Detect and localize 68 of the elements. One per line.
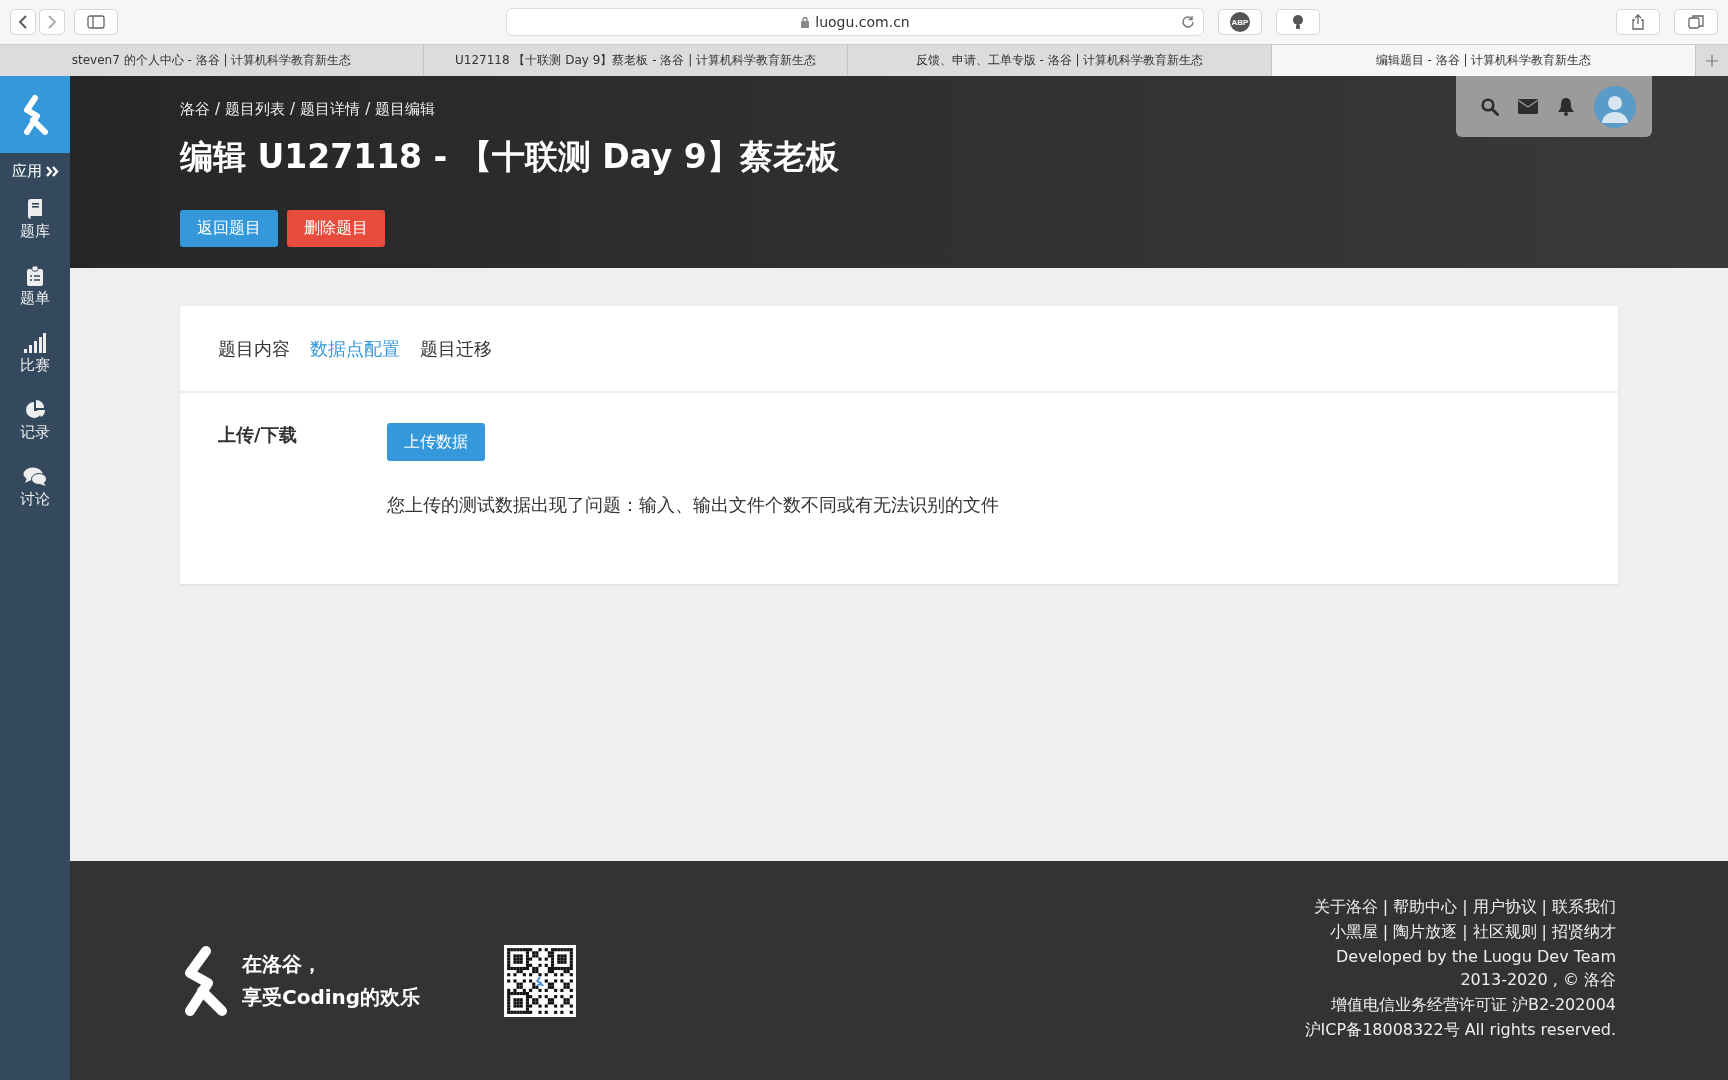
chevron-left-icon: [18, 15, 28, 29]
sidebar-item[interactable]: 题库: [20, 199, 50, 266]
sidebar-item[interactable]: 比赛: [20, 333, 50, 400]
book-icon: [26, 199, 44, 219]
sidebar-icon: [87, 15, 105, 29]
pie-chart-icon: [25, 400, 45, 420]
sidebar-item[interactable]: 讨论: [20, 467, 50, 534]
page-title: 编辑 U127118 - 【十联测 Day 9】蔡老板: [180, 136, 840, 178]
sidebar-item[interactable]: 题单: [20, 266, 50, 333]
avatar[interactable]: [1594, 85, 1636, 128]
lightbulb-icon: [1291, 14, 1305, 30]
lock-icon: [800, 16, 811, 28]
footer-link[interactable]: 关于洛谷: [1313, 897, 1378, 918]
slogan-text: 享受Coding的欢乐: [242, 983, 421, 1011]
share-icon: [1631, 14, 1645, 30]
link-separator: |: [1382, 897, 1389, 918]
tabs-overview-button[interactable]: [1674, 9, 1718, 35]
apps-menu[interactable]: 应用: [11, 162, 59, 181]
chat-icon: [23, 467, 47, 487]
tab[interactable]: 题目迁移: [420, 336, 492, 361]
link-separator: |: [1462, 922, 1468, 943]
bar-chart-icon: [24, 333, 46, 353]
footer-link[interactable]: 小黑屋: [1329, 922, 1378, 943]
error-message: 您上传的测试数据出现了问题：输入、输出文件个数不同或有无法识别的文件: [387, 493, 999, 517]
logo-tile[interactable]: [0, 76, 70, 153]
chevron-right-icon: [47, 15, 57, 29]
bell-icon[interactable]: [1557, 97, 1575, 116]
forward-button[interactable]: [39, 9, 65, 35]
reload-icon[interactable]: [1181, 15, 1195, 29]
footer-link[interactable]: 招贤纳才: [1552, 922, 1616, 943]
footer-link[interactable]: 联系我们: [1552, 897, 1616, 918]
extension-button[interactable]: [1276, 9, 1320, 35]
link-separator: |: [1541, 897, 1547, 918]
sidebar-toggle-button[interactable]: [74, 9, 118, 35]
link-separator: |: [1462, 897, 1468, 918]
footer-text: 沪ICP备18008322号 All rights reserved.: [1304, 1020, 1616, 1041]
breadcrumb-link[interactable]: 题目编辑: [375, 100, 436, 119]
tabs-icon: [1688, 14, 1704, 30]
footer-text: 2013-2020 , © 洛谷: [1460, 970, 1616, 991]
link-separator: |: [1382, 922, 1389, 943]
address-bar[interactable]: luogu.com.cn: [506, 8, 1204, 36]
sidebar-item[interactable]: 记录: [20, 400, 50, 467]
mail-icon[interactable]: [1518, 99, 1538, 114]
footer-link[interactable]: 陶片放逐: [1393, 922, 1458, 943]
new-tab-icon[interactable]: [1705, 53, 1719, 68]
link-separator: |: [1541, 922, 1547, 943]
tab[interactable]: 题目内容: [218, 336, 290, 361]
footer-link[interactable]: 社区规则: [1472, 922, 1537, 943]
share-button[interactable]: [1616, 9, 1660, 35]
footer-text: Developed by the Luogu Dev Team: [1336, 947, 1616, 966]
breadcrumb-link[interactable]: 题目详情: [300, 100, 361, 119]
slogan-text: 在洛谷，: [242, 950, 323, 978]
breadcrumb-separator: /: [290, 100, 296, 119]
search-icon[interactable]: [1481, 97, 1499, 116]
footer-text: 增值电信业务经营许可证 沪B2-202004: [1330, 995, 1616, 1016]
footer-link[interactable]: 用户协议: [1472, 897, 1537, 918]
delete-button[interactable]: 删除题目: [287, 210, 385, 247]
breadcrumb-link[interactable]: 洛谷: [180, 100, 210, 119]
breadcrumb-link[interactable]: 题目列表: [225, 100, 286, 119]
double-chevron-icon: [45, 166, 59, 177]
footer-link[interactable]: 帮助中心: [1393, 897, 1458, 918]
browser-tab[interactable]: 编辑题目 - 洛谷 | 计算机科学教育新生态: [1272, 45, 1696, 76]
back-button[interactable]: [10, 9, 36, 35]
breadcrumb-separator: /: [365, 100, 371, 119]
breadcrumb-separator: /: [215, 100, 221, 119]
section-label: 上传/下载: [218, 423, 298, 447]
clipboard-icon: [27, 266, 43, 286]
adblock-button[interactable]: ABP: [1218, 9, 1262, 35]
